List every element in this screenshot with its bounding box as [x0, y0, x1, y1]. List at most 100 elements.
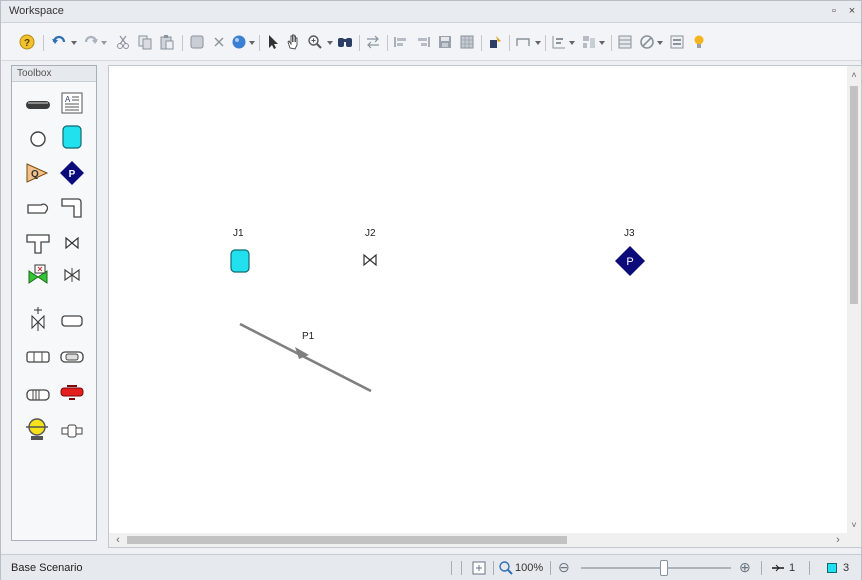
junction-j2-valve[interactable] — [362, 253, 378, 270]
branch-icon — [30, 131, 46, 147]
heat-exchanger-tool[interactable] — [24, 382, 52, 408]
dead-end-tool[interactable] — [58, 308, 86, 334]
vertical-scroll-thumb[interactable] — [850, 86, 858, 304]
volume-balance-icon — [26, 418, 48, 440]
heat-exchanger-icon — [26, 389, 50, 401]
scroll-down-button[interactable]: ˅ — [849, 520, 859, 530]
valve-icon — [65, 236, 79, 250]
volume-balance-tool[interactable] — [24, 416, 52, 442]
tee-tool[interactable] — [24, 230, 52, 256]
assigned-flow-tool[interactable]: Q — [24, 160, 52, 186]
hide-icon[interactable] — [639, 34, 655, 50]
restore-button[interactable]: ▫ — [827, 4, 841, 18]
zoom-dropdown-icon[interactable] — [327, 41, 333, 45]
hide-dropdown-icon[interactable] — [657, 41, 663, 45]
save-icon[interactable] — [437, 34, 453, 50]
copy-icon[interactable] — [137, 34, 153, 50]
control-valve-tool[interactable] — [24, 262, 52, 288]
layer-icon[interactable] — [551, 34, 567, 50]
assigned-pressure-icon: P — [60, 161, 84, 185]
select-box-icon[interactable] — [189, 34, 205, 50]
layer-dropdown-icon[interactable] — [569, 41, 575, 45]
general-component-icon — [61, 424, 83, 438]
reverse-icon[interactable] — [365, 34, 381, 50]
pipe-tool[interactable] — [24, 92, 52, 118]
redo-dropdown-icon[interactable] — [101, 41, 107, 45]
svg-text:P: P — [626, 256, 633, 268]
branch-tool[interactable] — [24, 126, 52, 152]
cut-icon[interactable] — [115, 34, 131, 50]
pipe-draw-icon[interactable] — [515, 34, 531, 50]
zoom-out-button[interactable]: ⊖ — [558, 559, 570, 576]
junction-label-j2: J2 — [365, 228, 376, 239]
pipe-p1[interactable] — [237, 321, 377, 399]
zoom-in-button[interactable]: ⊕ — [739, 559, 751, 576]
undo-dropdown-icon[interactable] — [71, 41, 77, 45]
zoom-slider-track[interactable] — [581, 567, 731, 569]
toolbox-panel: Toolbox A Q P — [11, 65, 97, 541]
scroll-right-button[interactable]: › — [833, 534, 843, 546]
relief-valve-tool[interactable] — [24, 306, 52, 332]
color-icon[interactable] — [231, 34, 247, 50]
pipe-draw-dropdown-icon[interactable] — [535, 41, 541, 45]
bend-tool[interactable] — [24, 196, 52, 222]
svg-text:A: A — [65, 95, 71, 104]
annotation-tool[interactable]: A — [58, 90, 86, 116]
horizontal-scrollbar[interactable]: ‹ › — [109, 533, 861, 547]
reservoir-icon — [62, 125, 82, 149]
junction-j3-assigned-pressure[interactable]: P — [614, 245, 646, 280]
control-valve-icon — [28, 264, 48, 284]
check-valve-icon — [64, 268, 80, 282]
grid-icon[interactable] — [459, 34, 475, 50]
color-dropdown-icon[interactable] — [249, 41, 255, 45]
scroll-up-button[interactable]: ˄ — [849, 70, 859, 80]
assigned-pressure-tool[interactable]: P — [58, 160, 86, 186]
fit-to-window-icon[interactable] — [471, 560, 487, 576]
scenario-name: Base Scenario — [11, 562, 83, 574]
bulb-icon[interactable] — [691, 34, 707, 50]
undo-icon[interactable] — [51, 34, 67, 50]
area-change-tool[interactable] — [24, 344, 52, 370]
scroll-left-button[interactable]: ‹ — [113, 534, 123, 546]
redo-icon[interactable] — [83, 34, 99, 50]
title-bar: Workspace ▫ × — [1, 1, 861, 23]
table-icon[interactable] — [617, 34, 633, 50]
zoom-slider-thumb[interactable] — [659, 560, 668, 576]
close-button[interactable]: × — [845, 4, 859, 18]
pan-hand-icon[interactable] — [285, 34, 301, 50]
zoom-icon[interactable] — [307, 34, 323, 50]
layout-icon[interactable] — [581, 34, 597, 50]
elbow-tool[interactable] — [58, 194, 86, 220]
align-left-icon[interactable] — [393, 34, 409, 50]
svg-text:Q: Q — [31, 169, 39, 180]
reservoir-tool[interactable] — [58, 124, 86, 150]
annotation-icon[interactable] — [487, 34, 503, 50]
paste-icon[interactable] — [159, 34, 175, 50]
check-valve-tool[interactable] — [58, 262, 86, 288]
layout-dropdown-icon[interactable] — [599, 41, 605, 45]
status-bar: Base Scenario 100% ⊖ ⊕ 1 3 — [1, 554, 861, 580]
workspace-canvas[interactable]: J1 J2 J3 P P1 ˄ ˅ ‹ › — [108, 65, 862, 548]
help-icon[interactable]: ? — [19, 34, 35, 50]
bend-icon — [27, 203, 49, 214]
find-icon[interactable] — [337, 34, 353, 50]
general-component-tool[interactable] — [58, 418, 86, 444]
workspace-window: Workspace ▫ × ? Toolbox A Q P J1 J2 J3 P… — [0, 0, 862, 580]
svg-text:?: ? — [24, 38, 30, 49]
align-right-icon[interactable] — [415, 34, 431, 50]
junction-j1-reservoir[interactable] — [230, 249, 250, 276]
svg-text:P: P — [69, 169, 76, 180]
horizontal-scroll-thumb[interactable] — [127, 536, 567, 544]
pump-tool[interactable] — [58, 380, 86, 406]
elbow-icon — [61, 198, 82, 218]
pointer-icon[interactable] — [265, 34, 281, 50]
valve-tool[interactable] — [58, 230, 86, 256]
properties-icon[interactable] — [669, 34, 685, 50]
delete-icon[interactable] — [211, 34, 227, 50]
junction-label-j1: J1 — [233, 228, 244, 239]
window-title: Workspace — [9, 5, 64, 17]
junction-count-icon — [827, 563, 837, 573]
vertical-scrollbar[interactable]: ˄ ˅ — [847, 66, 861, 534]
junction-count: 3 — [843, 562, 850, 574]
spray-tool[interactable] — [58, 344, 86, 370]
